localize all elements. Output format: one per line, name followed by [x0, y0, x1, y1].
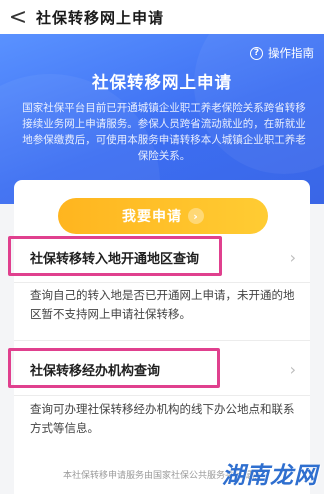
banner-description: 国家社保平台目前已开通城镇企业职工养老保险关系跨省转移接续业务网上申请服务。参保… — [22, 102, 306, 162]
card-description: 查询自己的转入地是否已开通网上申请，未开通的地区暂不支持网上申请社保转移。 — [30, 288, 295, 321]
banner-heading: 社保转移网上申请 — [92, 73, 232, 92]
apply-button[interactable]: 我要申请 › — [58, 198, 268, 234]
header-banner: ? 操作指南 社保转移网上申请 国家社保平台目前已开通城镇企业职工养老保险关系跨… — [0, 34, 324, 204]
divider — [14, 282, 310, 283]
operation-guide-link[interactable]: ? 操作指南 — [250, 45, 314, 61]
back-icon[interactable]: < — [0, 0, 36, 34]
highlight-box — [8, 236, 222, 276]
arrow-right-circle-icon: › — [188, 208, 204, 224]
divider — [14, 340, 310, 341]
card-description: 查询可办理社保转移经办机构的线下办公地点和联系方式等信息。 — [30, 402, 295, 435]
page-title: 社保转移网上申请 — [36, 8, 165, 27]
operation-guide-label: 操作指南 — [268, 46, 314, 60]
chevron-right-icon: › — [289, 359, 296, 379]
content-panel: 我要申请 › — [14, 180, 310, 494]
chevron-right-icon: › — [289, 247, 296, 267]
nav-bar: < 社保转移网上申请 — [0, 0, 324, 34]
question-circle-icon: ? — [250, 46, 263, 60]
highlight-box — [8, 348, 220, 388]
divider — [14, 395, 310, 396]
apply-button-label: 我要申请 — [122, 209, 182, 225]
watermark-text: 湖南龙网 — [222, 462, 318, 489]
watermark-logo: 湖南龙网 — [222, 456, 318, 490]
